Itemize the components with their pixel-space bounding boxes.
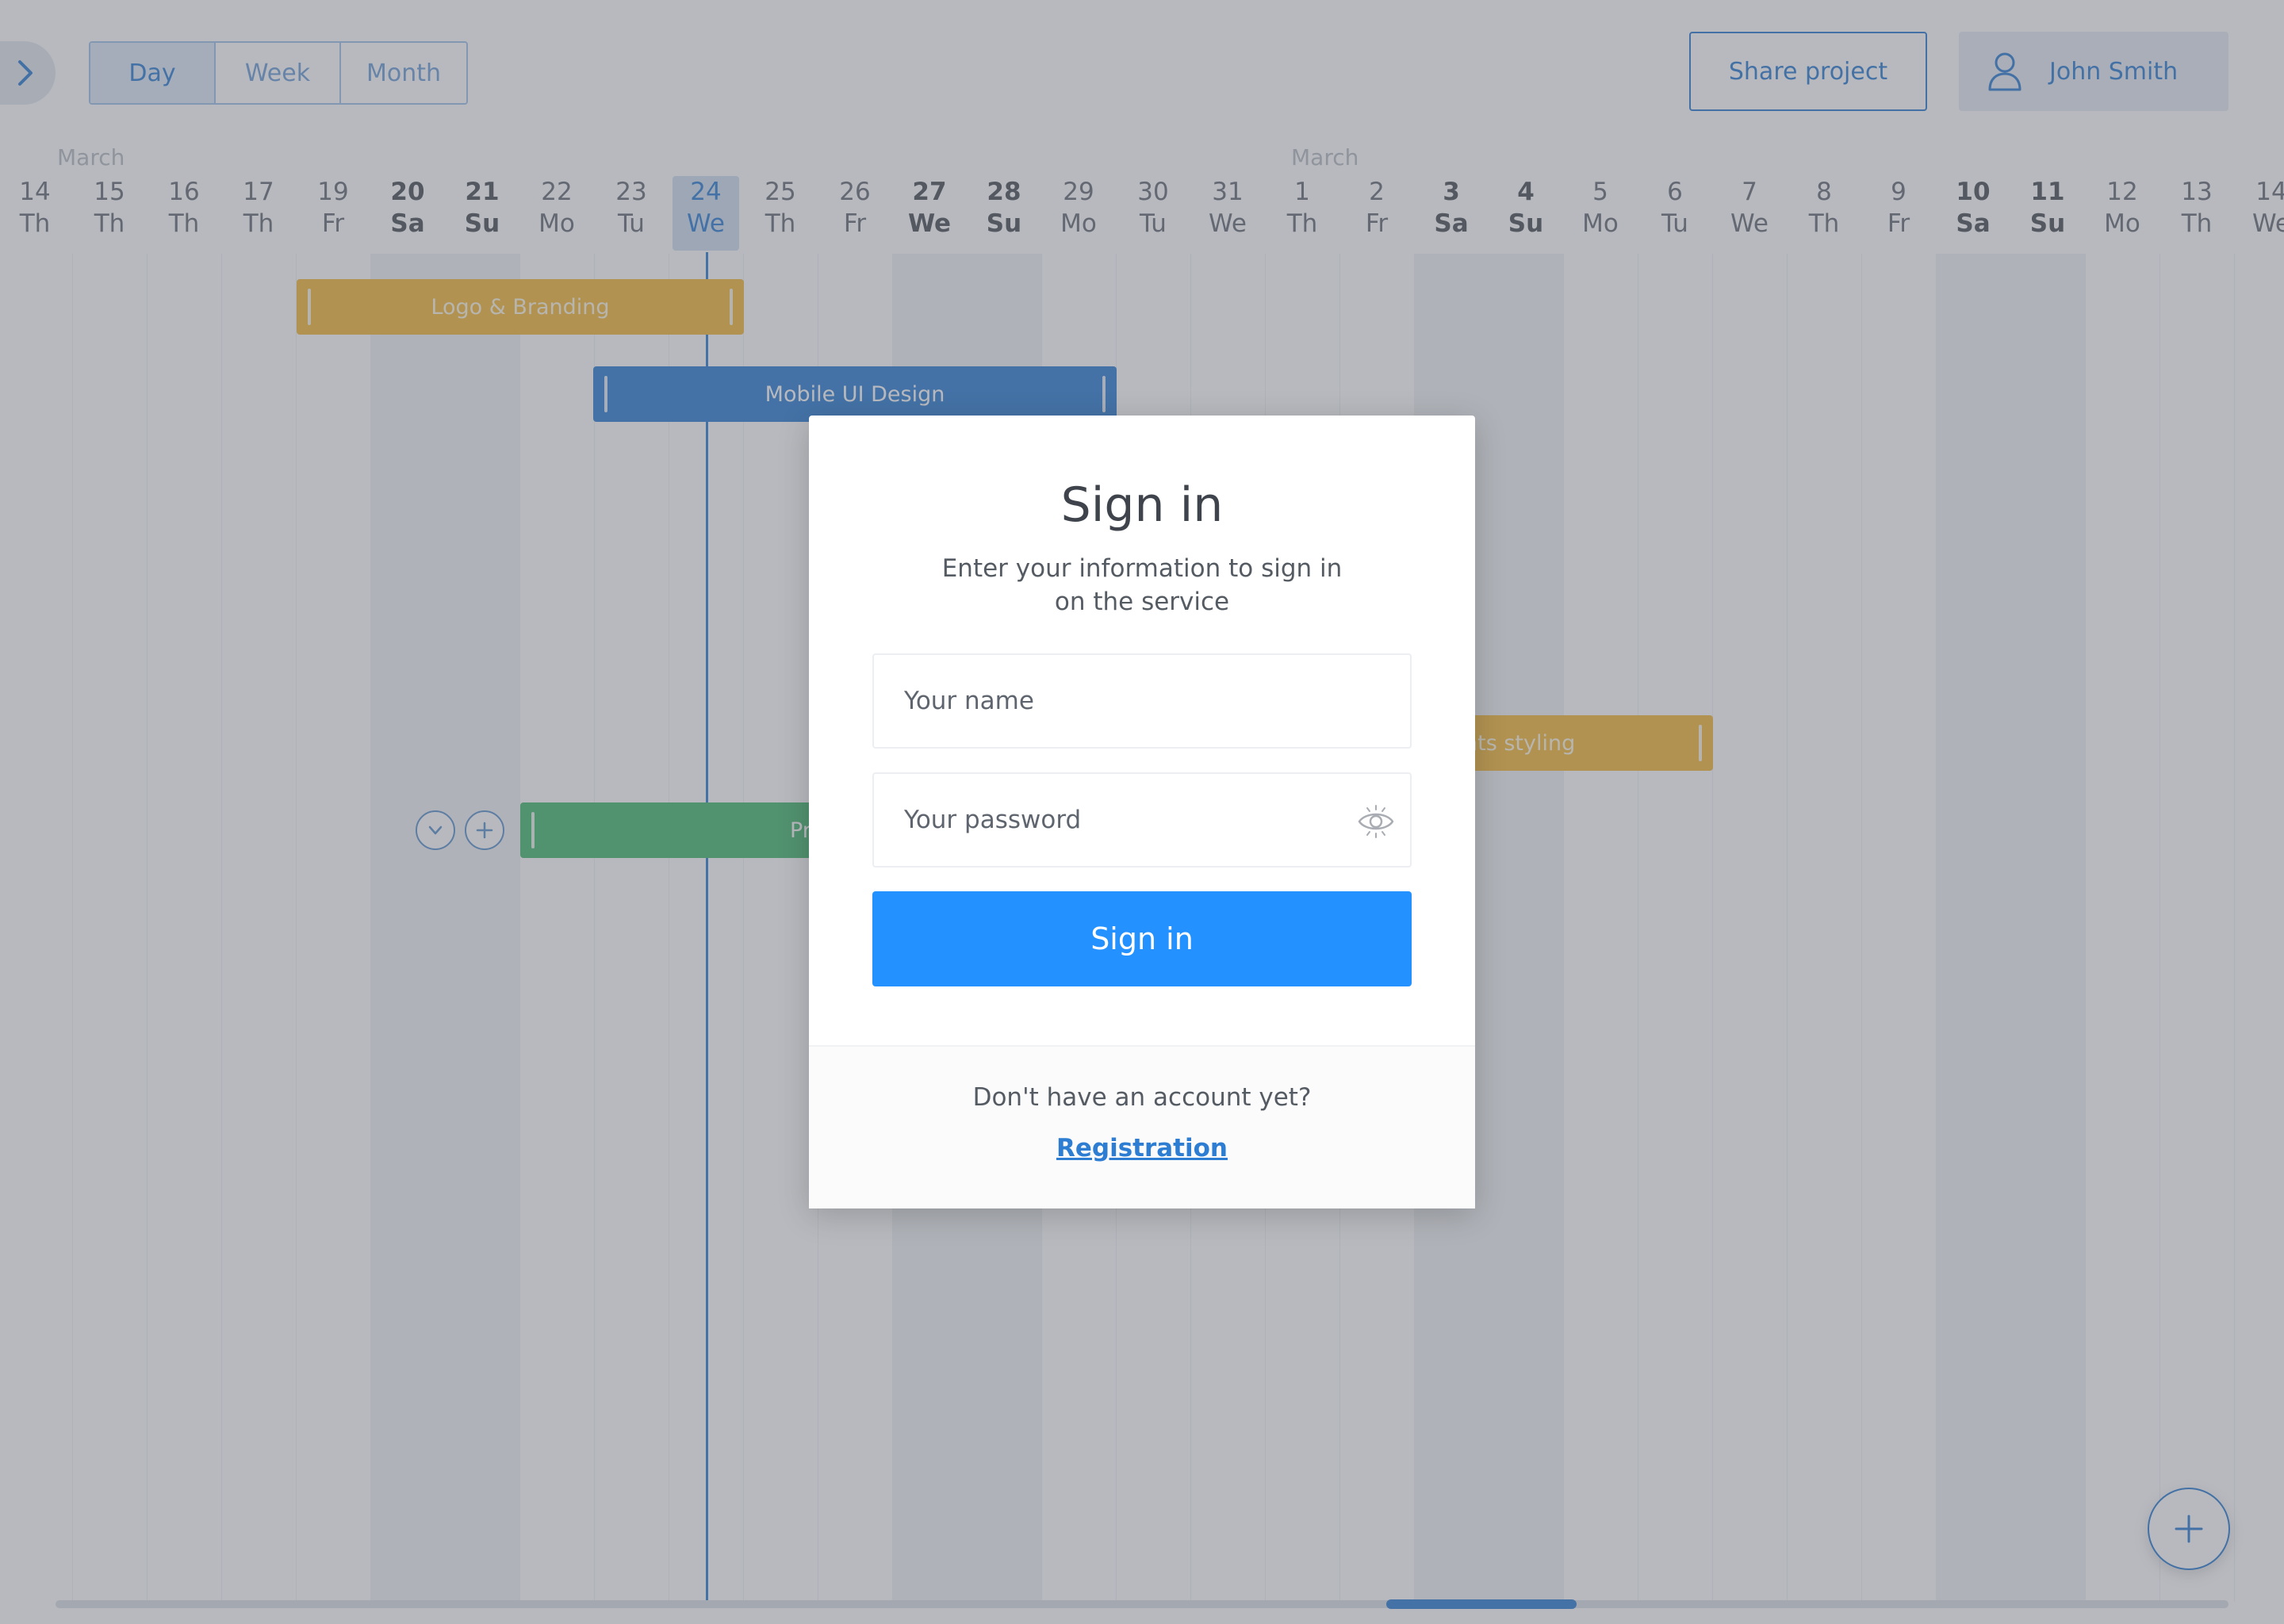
- password-field: [872, 772, 1412, 868]
- dialog-footer: [809, 1045, 1475, 1208]
- password-input[interactable]: [874, 774, 1410, 866]
- sign-in-button[interactable]: Sign in: [872, 891, 1412, 986]
- no-account-text: Don't have an account yet?: [972, 1083, 1312, 1112]
- show-password-icon[interactable]: [1356, 802, 1396, 841]
- registration-link[interactable]: Registration: [809, 1134, 1475, 1162]
- sign-in-dialog: Sign in Enter your information to sign i…: [809, 416, 1475, 1208]
- name-field: [872, 653, 1412, 749]
- footer-divider: [809, 1045, 1475, 1047]
- subtitle-line: Enter your information to sign in: [941, 554, 1343, 583]
- name-input[interactable]: [874, 655, 1410, 747]
- dialog-subtitle: Enter your information to sign in on the…: [920, 552, 1364, 619]
- dialog-title: Sign in: [1060, 477, 1224, 533]
- subtitle-line: on the service: [1054, 588, 1230, 616]
